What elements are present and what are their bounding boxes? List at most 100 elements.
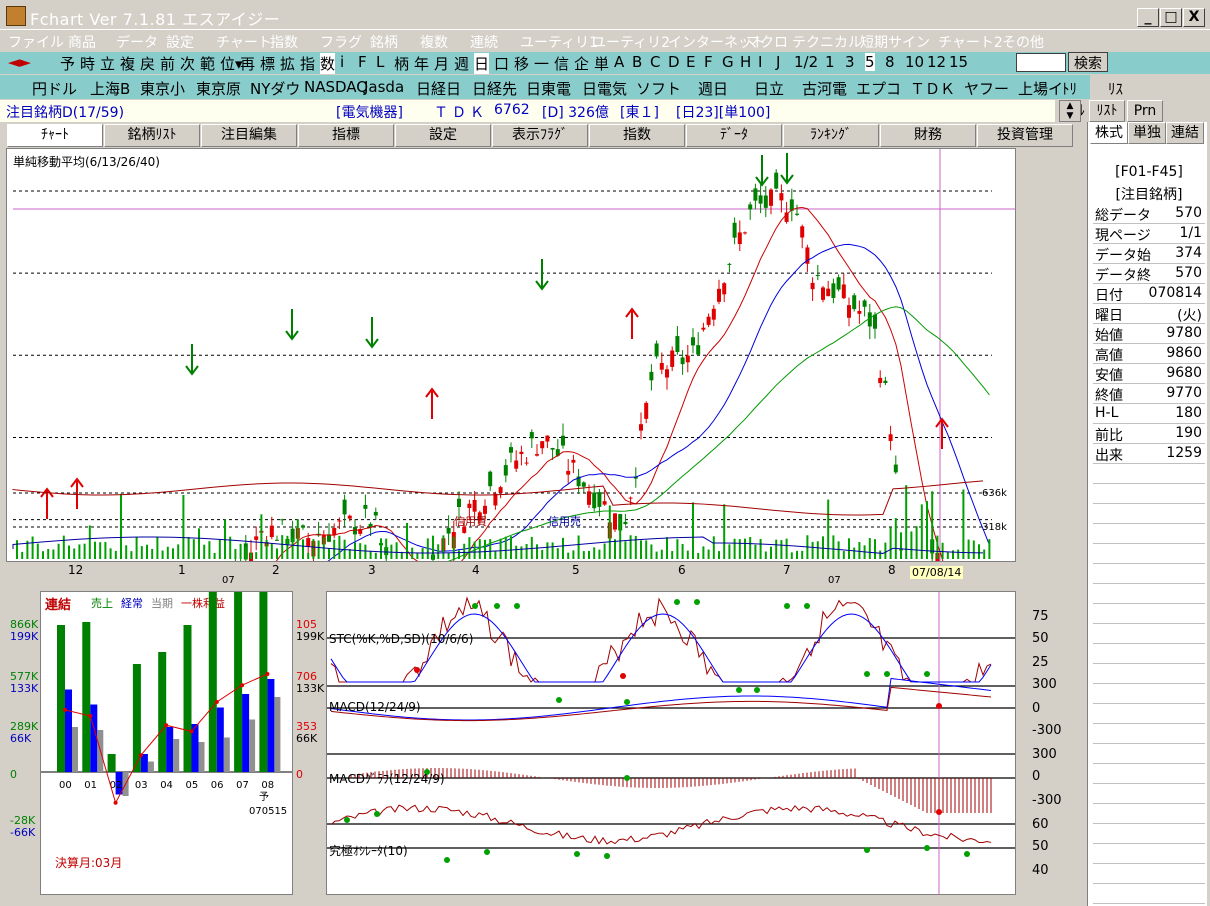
toolbar-button-22[interactable]: 口 bbox=[494, 53, 509, 74]
tab-3[interactable]: 指標 bbox=[298, 124, 394, 147]
tab-2[interactable]: 注目編集 bbox=[201, 124, 297, 147]
tab-print[interactable]: Prn bbox=[1127, 100, 1163, 122]
menu-continuous[interactable]: 連続 bbox=[470, 32, 498, 52]
toolbar-button-26[interactable]: 企 bbox=[574, 53, 589, 74]
symbol-shortcut-12[interactable]: 週日 bbox=[698, 78, 728, 99]
minimize-button[interactable]: _ bbox=[1137, 8, 1159, 27]
symbol-shortcut-7[interactable]: 日経日 bbox=[416, 78, 461, 99]
tab-5[interactable]: 表示ﾌﾗｸﾞ bbox=[492, 124, 588, 147]
symbol-shortcut-5[interactable]: NASDAQ bbox=[304, 78, 368, 96]
spin-button[interactable]: ▲ ▼ bbox=[1059, 100, 1081, 122]
toolbar-button-10[interactable]: 標 bbox=[260, 53, 275, 74]
toolbar-button-29[interactable]: B bbox=[632, 53, 642, 71]
menu-index[interactable]: 指数 bbox=[270, 32, 298, 52]
toolbar-button-17[interactable]: 柄 bbox=[394, 53, 409, 74]
toolbar-button-36[interactable]: I bbox=[758, 53, 762, 71]
menu-utility1[interactable]: ユーティリ1 bbox=[520, 32, 598, 52]
toolbar-button-12[interactable]: 指 bbox=[300, 53, 315, 74]
symbol-shortcut-10[interactable]: 日電気 bbox=[582, 78, 627, 99]
symbol-shortcut-4[interactable]: NYダウ bbox=[250, 78, 300, 99]
tab-stock[interactable]: 株式 bbox=[1090, 122, 1128, 144]
menu-other[interactable]: その他 bbox=[1002, 32, 1044, 52]
menu-data[interactable]: データ bbox=[116, 32, 158, 52]
tab-10[interactable]: 投資管理 bbox=[977, 124, 1073, 147]
toolbar-button-20[interactable]: 週 bbox=[454, 53, 469, 74]
menu-utility2[interactable]: ユーティリ2 bbox=[592, 32, 670, 52]
maximize-button[interactable]: □ bbox=[1160, 8, 1182, 27]
symbol-shortcut-14[interactable]: 古河電 bbox=[802, 78, 847, 99]
toolbar-button-41[interactable]: 5 bbox=[865, 53, 875, 71]
toolbar-button-45[interactable]: 15 bbox=[949, 53, 968, 71]
price-chart-panel[interactable]: 単純移動平均(6/13/26/40) 120001150011000105001… bbox=[6, 148, 1016, 562]
toolbar-button-34[interactable]: G bbox=[722, 53, 734, 71]
toolbar-button-9[interactable]: 再 bbox=[240, 53, 255, 74]
toolbar-button-28[interactable]: A bbox=[614, 53, 624, 71]
tab-list[interactable]: ﾘｽﾄ bbox=[1089, 100, 1125, 122]
toolbar-button-21[interactable]: 日 bbox=[474, 53, 490, 74]
toolbar-button-11[interactable]: 拡 bbox=[280, 53, 295, 74]
symbol-shortcut-13[interactable]: 日立 bbox=[754, 78, 784, 99]
tab-7[interactable]: ﾃﾞｰﾀ bbox=[686, 124, 782, 147]
menu-settings[interactable]: 設定 bbox=[166, 32, 194, 52]
menu-chart2[interactable]: チャート2 bbox=[938, 32, 1003, 52]
toolbar-button-33[interactable]: F bbox=[704, 53, 713, 71]
menu-flag[interactable]: フラグ bbox=[320, 32, 362, 52]
tab-1[interactable]: 銘柄ﾘｽﾄ bbox=[104, 124, 200, 147]
tab-9[interactable]: 財務 bbox=[880, 124, 976, 147]
toolbar-button-3[interactable]: 複 bbox=[120, 53, 135, 74]
symbol-shortcut-1[interactable]: 上海B bbox=[90, 78, 130, 99]
oscillator-panel[interactable]: STC(%K,%D,SD)(10/6/6) MACD(12/24/9) MACD… bbox=[326, 591, 1016, 895]
toolbar-button-43[interactable]: 10 bbox=[905, 53, 924, 71]
toolbar-button-32[interactable]: E bbox=[686, 53, 695, 71]
nav-arrows-button[interactable]: ◄► bbox=[8, 53, 31, 71]
tab-0[interactable]: ﾁｬｰﾄ bbox=[7, 124, 103, 147]
symbol-shortcut-2[interactable]: 東京小 bbox=[140, 78, 185, 99]
toolbar-button-1[interactable]: 時 bbox=[80, 53, 95, 74]
toolbar-button-37[interactable]: J bbox=[776, 53, 780, 71]
toolbar-button-16[interactable]: L bbox=[376, 53, 384, 71]
symbol-shortcut-17[interactable]: ヤフー bbox=[964, 78, 1009, 99]
toolbar-button-4[interactable]: 戻 bbox=[140, 53, 155, 74]
toolbar-button-6[interactable]: 次 bbox=[180, 53, 195, 74]
symbol-shortcut-6[interactable]: Jasda bbox=[364, 78, 404, 96]
toolbar-button-44[interactable]: 12 bbox=[927, 53, 946, 71]
tab-8[interactable]: ﾗﾝｷﾝｸﾞ bbox=[783, 124, 879, 147]
search-button[interactable]: 検索 bbox=[1068, 52, 1108, 72]
menu-short-term-signal[interactable]: 短期サイン bbox=[860, 32, 930, 52]
toolbar-button-23[interactable]: 移 bbox=[514, 53, 529, 74]
toolbar-button-0[interactable]: 予 bbox=[60, 53, 75, 74]
toolbar-button-5[interactable]: 前 bbox=[160, 53, 175, 74]
toolbar-button-24[interactable]: 一 bbox=[534, 53, 549, 74]
symbol-shortcut-16[interactable]: ＴＤＫ bbox=[910, 78, 955, 99]
menu-symbol[interactable]: 銘柄 bbox=[370, 32, 398, 52]
symbol-shortcut-9[interactable]: 日東電 bbox=[526, 78, 571, 99]
symbol-shortcut-18[interactable]: 上場イ bbox=[1018, 78, 1063, 99]
toolbar-button-40[interactable]: 3 bbox=[845, 53, 855, 71]
symbol-shortcut-11[interactable]: ソフト bbox=[636, 78, 681, 99]
toolbar-button-7[interactable]: 範 bbox=[200, 53, 215, 74]
symbol-shortcut-8[interactable]: 日経先 bbox=[472, 78, 517, 99]
menu-macro[interactable]: マクロ bbox=[746, 32, 788, 52]
menu-technical[interactable]: テクニカル bbox=[792, 32, 862, 52]
tab-6[interactable]: 指数 bbox=[589, 124, 685, 147]
toolbar-button-13[interactable]: 数 bbox=[320, 53, 336, 74]
menu-multiple[interactable]: 複数 bbox=[420, 32, 448, 52]
toolbar-button-19[interactable]: 月 bbox=[434, 53, 449, 74]
search-input[interactable] bbox=[1016, 53, 1066, 72]
symbol-shortcut-0[interactable]: 円ドル bbox=[32, 78, 77, 99]
symbol-shortcut-15[interactable]: エプコ bbox=[856, 78, 901, 99]
tab-4[interactable]: 設定 bbox=[395, 124, 491, 147]
tab-consolidated[interactable]: 連結 bbox=[1166, 122, 1204, 144]
tab-single[interactable]: 単独 bbox=[1128, 122, 1166, 144]
toolbar-button-38[interactable]: 1/2 bbox=[794, 53, 818, 71]
menu-file[interactable]: ファイル bbox=[8, 32, 64, 52]
toolbar-button-30[interactable]: C bbox=[650, 53, 660, 71]
toolbar-button-35[interactable]: H bbox=[740, 53, 751, 71]
toolbar-button-18[interactable]: 年 bbox=[414, 53, 429, 74]
toolbar-button-42[interactable]: 8 bbox=[885, 53, 895, 71]
close-button[interactable]: X bbox=[1183, 8, 1205, 27]
toolbar-button-2[interactable]: 立 bbox=[100, 53, 115, 74]
toolbar-button-27[interactable]: 単 bbox=[594, 53, 609, 74]
toolbar-button-14[interactable]: i bbox=[340, 53, 344, 71]
menu-chart[interactable]: チャート bbox=[216, 32, 272, 52]
